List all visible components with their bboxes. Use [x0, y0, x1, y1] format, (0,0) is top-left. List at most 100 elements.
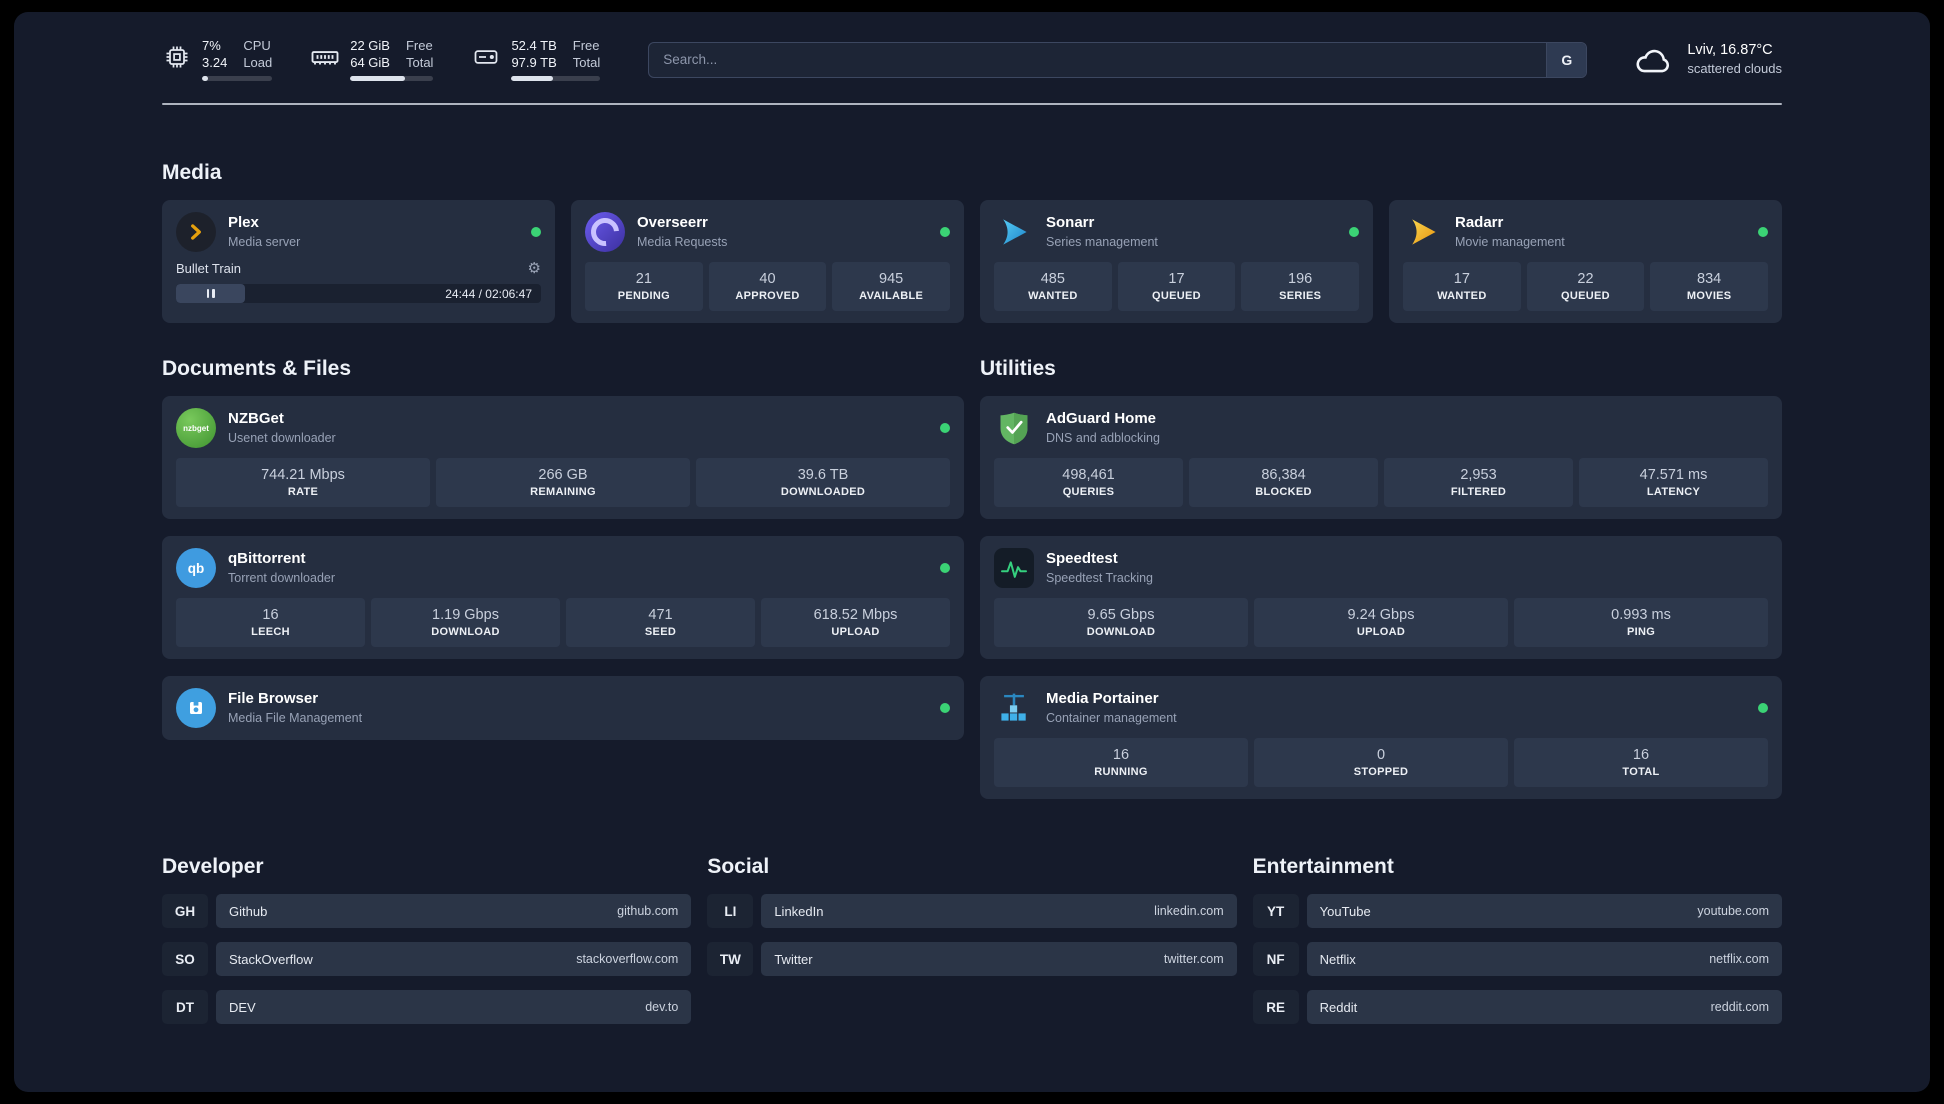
cpu-progress-bar	[202, 76, 273, 81]
topbar: 7% CPU 3.24 Load 22 GiB Free 64 GiB Tota…	[162, 38, 1782, 81]
app-subtitle-overseerr: Media Requests	[637, 235, 728, 249]
playback-progress-bar[interactable]: 24:44 / 02:06:47	[176, 284, 541, 303]
card-qbittorrent[interactable]: qb qBittorrent Torrent downloader 16 LEEC…	[162, 536, 964, 659]
stat-series: 196 SERIES	[1241, 262, 1359, 311]
adguard-icon	[994, 408, 1034, 448]
app-subtitle-plex: Media server	[228, 235, 301, 249]
app-subtitle-portainer: Container management	[1046, 711, 1177, 725]
status-dot	[531, 227, 541, 237]
status-dot	[1758, 227, 1768, 237]
card-plex[interactable]: Plex Media server Bullet Train ⚙ 24:44 /…	[162, 200, 555, 323]
card-portainer[interactable]: Media Portainer Container management 16 R…	[980, 676, 1782, 799]
settings-gear-icon[interactable]: ⚙	[528, 261, 541, 276]
pause-icon[interactable]	[206, 289, 215, 298]
ram-free: 22 GiB	[350, 38, 390, 53]
stat-blocked: 86,384 BLOCKED	[1189, 458, 1378, 507]
bookmark-dev[interactable]: DT DEV dev.to	[162, 990, 692, 1024]
status-dot	[940, 563, 950, 573]
cpu-label-2: Load	[243, 55, 273, 70]
bookmark-abbr: NF	[1252, 942, 1299, 976]
section-title-entertainment: Entertainment	[1252, 855, 1394, 878]
card-nzbget[interactable]: nzbget NZBGet Usenet downloader 744.21 M…	[162, 396, 964, 519]
stat-pending: 21 PENDING	[585, 262, 703, 311]
cpu-label-1: CPU	[243, 38, 271, 53]
bookmark-abbr: RE	[1252, 990, 1299, 1024]
section-title-developer: Developer	[162, 855, 264, 878]
playback-progress-fill	[176, 284, 246, 303]
playback-time: 24:44 / 02:06:47	[445, 286, 532, 301]
status-dot	[940, 227, 950, 237]
app-title-sonarr: Sonarr	[1046, 214, 1095, 231]
weather-location: Lviv, 16.87°C	[1687, 42, 1773, 58]
search-input[interactable]	[648, 41, 1588, 78]
stat-wanted: 485 WANTED	[994, 262, 1112, 311]
ram-total: 64 GiB	[350, 55, 390, 70]
stat-ping: 0.993 ms PING	[1514, 598, 1768, 647]
stat-approved: 40 APPROVED	[708, 262, 827, 311]
app-subtitle-speedtest: Speedtest Tracking	[1046, 571, 1154, 585]
utilities-column: Utilities AdGuard Home DNS and adblockin…	[980, 357, 1782, 799]
section-title-social: Social	[707, 855, 770, 878]
section-title-utilities: Utilities	[980, 357, 1056, 380]
qbittorrent-icon: qb	[176, 548, 216, 588]
disk-label-2: Total	[572, 55, 601, 70]
bookmark-stackoverflow[interactable]: SO StackOverflow stackoverflow.com	[162, 942, 692, 976]
stat-upload: 9.24 Gbps UPLOAD	[1254, 598, 1508, 647]
bookmark-github[interactable]: GH Github github.com	[162, 894, 692, 928]
stat-queued: 22 QUEUED	[1526, 262, 1645, 311]
dashboard: 7% CPU 3.24 Load 22 GiB Free 64 GiB Tota…	[14, 12, 1930, 1092]
bookmark-netflix[interactable]: NF Netflix netflix.com	[1252, 942, 1782, 976]
disk-icon	[471, 42, 501, 72]
cpu-percent: 7%	[202, 38, 221, 53]
weather-widget[interactable]: Lviv, 16.87°C scattered clouds	[1631, 41, 1782, 79]
portainer-icon	[994, 688, 1034, 728]
ram-progress-bar	[350, 76, 434, 81]
bookmark-abbr: DT	[162, 990, 208, 1024]
bookmark-youtube[interactable]: YT YouTube youtube.com	[1252, 894, 1782, 928]
bookmark-abbr: GH	[162, 894, 208, 928]
status-dot	[1758, 703, 1768, 713]
cpu-icon	[162, 42, 192, 72]
plex-icon	[176, 212, 216, 252]
card-sonarr[interactable]: Sonarr Series management 485 WANTED 17 QUE…	[980, 200, 1373, 323]
overseerr-icon	[585, 212, 625, 252]
stat-available: 945 AVAILABLE	[832, 262, 950, 311]
bookmark-twitter[interactable]: TW Twitter twitter.com	[707, 942, 1237, 976]
stat-seed: 471 SEED	[566, 598, 755, 647]
bookmark-abbr: TW	[707, 942, 754, 976]
bookmark-abbr: SO	[162, 942, 208, 976]
stat-movies: 834 MOVIES	[1650, 262, 1768, 311]
section-title-documents: Documents & Files	[162, 357, 352, 380]
weather-condition: scattered clouds	[1687, 61, 1782, 76]
card-radarr[interactable]: Radarr Movie management 17 WANTED 22 QUEUE…	[1389, 200, 1782, 323]
nzbget-icon: nzbget	[176, 408, 216, 448]
cpu-load: 3.24	[202, 55, 228, 70]
bookmark-linkedin[interactable]: LI LinkedIn linkedin.com	[707, 894, 1237, 928]
media-card-grid: Plex Media server Bullet Train ⚙ 24:44 /…	[162, 200, 1782, 323]
card-adguard[interactable]: AdGuard Home DNS and adblocking 498,461 Q…	[980, 396, 1782, 519]
status-dot	[1349, 227, 1359, 237]
app-title-filebrowser: File Browser	[228, 690, 319, 707]
status-dot	[940, 703, 950, 713]
stat-rate: 744.21 Mbps RATE	[176, 458, 430, 507]
card-speedtest[interactable]: Speedtest Speedtest Tracking 9.65 Gbps DO…	[980, 536, 1782, 659]
app-title-portainer: Media Portainer	[1046, 690, 1159, 707]
section-title-media: Media	[162, 161, 222, 184]
stat-upload: 618.52 Mbps UPLOAD	[761, 598, 950, 647]
cpu-widget: 7% CPU 3.24 Load	[162, 38, 273, 81]
speedtest-icon	[994, 548, 1034, 588]
stat-queued: 17 QUEUED	[1117, 262, 1236, 311]
bookmark-abbr: LI	[707, 894, 754, 928]
bookmark-reddit[interactable]: RE Reddit reddit.com	[1252, 990, 1782, 1024]
stat-total: 16 TOTAL	[1514, 738, 1768, 787]
now-playing-title: Bullet Train	[176, 261, 242, 276]
bookmarks-social: Social LI LinkedIn linkedin.com TW Twitte…	[707, 855, 1237, 1024]
filebrowser-icon	[176, 688, 216, 728]
stat-stopped: 0 STOPPED	[1254, 738, 1508, 787]
card-filebrowser[interactable]: File Browser Media File Management	[162, 676, 964, 740]
search-engine-button[interactable]: G	[1546, 42, 1587, 77]
card-overseerr[interactable]: Overseerr Media Requests 21 PENDING 40 APP…	[571, 200, 964, 323]
stat-running: 16 RUNNING	[994, 738, 1248, 787]
app-title-speedtest: Speedtest	[1046, 550, 1118, 567]
sonarr-icon	[994, 212, 1034, 252]
